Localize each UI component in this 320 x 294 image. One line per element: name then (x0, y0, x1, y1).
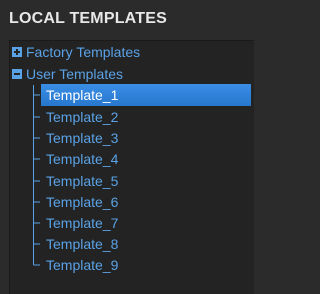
tree-item-label: Template_6 (46, 194, 119, 210)
minus-icon[interactable] (12, 69, 22, 79)
tree-item-template-5[interactable]: Template_5 (41, 170, 251, 192)
folder-label: User Templates (26, 66, 124, 82)
tree-item-label: Template_2 (46, 109, 119, 125)
template-tree[interactable]: Factory Templates User Templates Templat… (9, 40, 254, 294)
tree-item-label: Template_8 (46, 236, 119, 252)
tree-item-label: Template_3 (46, 130, 119, 146)
tree-item-template-9[interactable]: Template_9 (41, 254, 251, 276)
tree-item-template-8[interactable]: Template_8 (41, 233, 251, 255)
tree-item-template-1[interactable]: Template_1 (41, 84, 251, 106)
folder-label: Factory Templates (26, 44, 141, 60)
tree-item-label: Template_1 (46, 87, 119, 103)
tree-item-template-3[interactable]: Template_3 (41, 127, 251, 149)
tree-item-template-2[interactable]: Template_2 (41, 106, 251, 128)
panel-title: LOCAL TEMPLATES (9, 10, 167, 27)
tree-item-template-6[interactable]: Template_6 (41, 191, 251, 213)
tree-item-label: Template_4 (46, 151, 119, 167)
plus-icon[interactable] (12, 47, 22, 57)
tree-item-label: Template_5 (46, 173, 119, 189)
tree-item-label: Template_9 (46, 257, 119, 273)
tree-folder-user-templates[interactable]: User Templates (10, 63, 240, 85)
tree-folder-factory-templates[interactable]: Factory Templates (10, 41, 240, 63)
tree-item-template-4[interactable]: Template_4 (41, 148, 251, 170)
local-templates-panel: LOCAL TEMPLATES Factory Templates User T… (0, 0, 255, 294)
tree-item-label: Template_7 (46, 215, 119, 231)
tree-item-template-7[interactable]: Template_7 (41, 212, 251, 234)
